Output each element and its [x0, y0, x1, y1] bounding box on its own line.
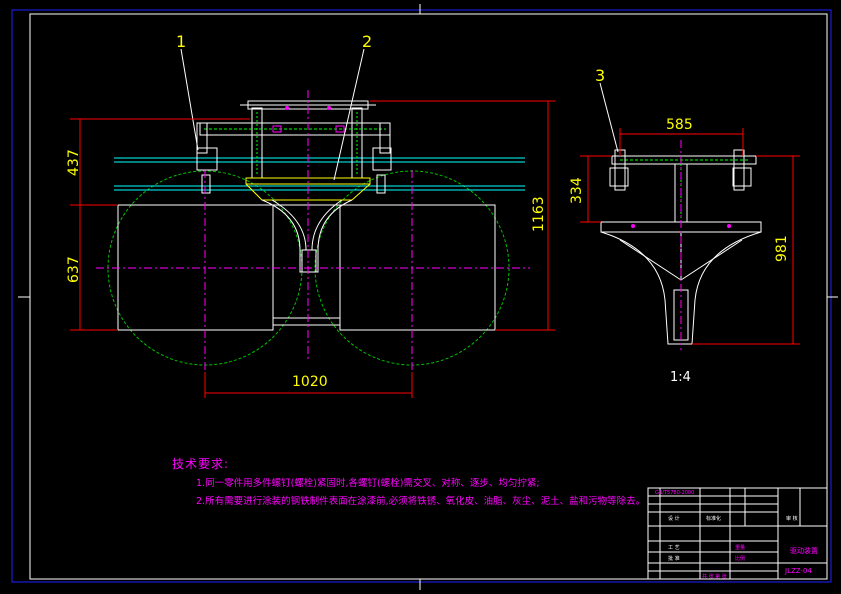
tb-cell-h: 重量: [735, 545, 746, 551]
dim-side-width: 585: [666, 117, 693, 133]
title-block: [647, 487, 828, 580]
dim-front-total-height: 1163: [531, 196, 547, 232]
tb-cell-e: 批 准: [668, 556, 680, 562]
dim-front-height-bottom: 637: [66, 256, 82, 283]
tb-cell-g: 共 张 第 张: [702, 574, 727, 580]
tb-cell-a: 设 计: [668, 516, 680, 522]
dim-front-width: 1020: [292, 374, 328, 390]
drawing-title: 驱动装置: [790, 547, 818, 555]
dim-front-height-top: 437: [66, 149, 82, 176]
front-view: [70, 48, 555, 398]
callout-1: 1: [176, 32, 187, 51]
tb-cell-c: 审 核: [786, 516, 798, 522]
callout-2: 2: [362, 32, 373, 51]
drawing-number: JLZZ-04: [785, 567, 812, 575]
tb-cell-d: 工 艺: [668, 545, 680, 551]
tb-cell-f: 比例: [735, 556, 746, 562]
dim-side-height-top: 334: [569, 177, 585, 204]
view-scale: 1:4: [670, 370, 691, 385]
tb-standard: GB/T5780-2000: [655, 490, 695, 496]
requirements-title: 技术要求:: [172, 457, 230, 471]
requirement-item-1: 1.同一零件用多件螺钉(螺栓)紧固时,各螺钉(螺栓)需交叉、对称、逐步、均匀拧紧…: [196, 478, 540, 489]
tb-cell-b: 标准化: [706, 516, 722, 522]
dim-side-total-height: 981: [774, 235, 790, 262]
callout-3: 3: [595, 66, 606, 85]
requirement-item-2: 2.所有需要进行涂装的钢铁制件表面在涂漆前,必须将铁锈、氧化皮、油脂、灰尘、泥土…: [196, 496, 646, 507]
